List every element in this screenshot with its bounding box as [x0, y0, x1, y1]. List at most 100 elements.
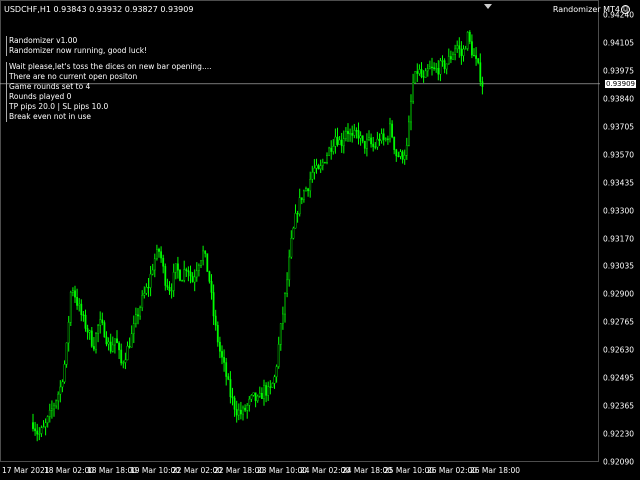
candle [303, 189, 305, 203]
candle-body [113, 338, 116, 346]
candle [189, 265, 192, 284]
candle [193, 269, 196, 292]
candle-body [359, 135, 362, 139]
candle-body [164, 266, 167, 286]
candle-body [351, 133, 354, 136]
candle [332, 139, 335, 155]
candle-body [426, 68, 429, 72]
candle [183, 260, 186, 283]
candle-body [111, 344, 114, 352]
price-label: 0.93300 [602, 206, 634, 216]
candle-body [261, 392, 263, 399]
candle-body [250, 395, 253, 400]
candle [305, 186, 307, 192]
candle-body [468, 32, 471, 42]
candle-body [397, 155, 400, 157]
candle-body [82, 314, 85, 316]
candle [51, 400, 53, 419]
candle-body [244, 407, 246, 411]
candle [391, 120, 393, 139]
time-label: 17 Mar 2021 [2, 466, 50, 475]
candle-body [197, 265, 200, 272]
candle [90, 327, 93, 348]
candle [345, 127, 347, 142]
candle [223, 349, 225, 372]
candle-body [193, 276, 196, 283]
candle-body [137, 314, 139, 317]
candle-body [153, 258, 156, 271]
candle-body [237, 409, 240, 416]
candle [95, 332, 97, 354]
candle [164, 263, 167, 291]
candle-body [90, 330, 93, 347]
candle-body [218, 341, 221, 352]
candle [326, 152, 328, 165]
candle-body [143, 293, 146, 296]
candle [67, 315, 70, 352]
candle [145, 283, 148, 296]
candle-body [84, 314, 87, 329]
price-label: 0.92230 [602, 429, 634, 439]
candle [113, 338, 116, 354]
candle-body [61, 381, 64, 388]
candle-body [53, 405, 55, 410]
candle [32, 413, 34, 432]
candle-body [145, 287, 148, 294]
candle [405, 137, 408, 160]
candle-body [97, 325, 100, 334]
candle [132, 315, 135, 344]
candle [46, 415, 49, 428]
candle [86, 324, 89, 340]
candle [378, 133, 381, 146]
candle-body [292, 227, 295, 239]
candle [210, 274, 213, 300]
candle [185, 267, 188, 277]
candle [261, 387, 263, 399]
candle-body [141, 295, 144, 308]
candle [420, 62, 423, 79]
candle [172, 263, 175, 297]
chart-shift-marker[interactable] [484, 4, 492, 9]
candle [445, 63, 448, 75]
candle-body [462, 48, 465, 56]
candle [143, 286, 146, 299]
time-label: 26 Mar 18:00 [470, 466, 521, 475]
candle-body [51, 408, 53, 411]
candle-body [44, 422, 47, 427]
candle-body [223, 357, 225, 363]
candle [307, 187, 309, 197]
candle [359, 131, 362, 146]
candle [263, 379, 265, 406]
candle [179, 268, 181, 282]
candle-body [42, 426, 45, 428]
chart-window[interactable]: USDCHF,H1 0.93843 0.93932 0.93827 0.9390… [0, 0, 640, 480]
candle [239, 401, 242, 420]
candle-body [279, 323, 282, 345]
candle [149, 265, 152, 297]
candle-body [334, 136, 337, 147]
candle-body [387, 138, 389, 140]
candle-body [458, 45, 461, 50]
candle-body [433, 67, 435, 69]
candle [273, 374, 276, 389]
candle-body [286, 279, 288, 294]
candle [298, 188, 301, 217]
candle [403, 149, 406, 165]
candle [61, 379, 64, 393]
candle-body [191, 275, 194, 283]
candle-body [88, 330, 91, 333]
candle [116, 330, 118, 344]
candle [284, 292, 286, 323]
candle-body [466, 32, 469, 49]
candle [57, 391, 60, 410]
log-line: Game rounds set to 4 [6, 82, 211, 92]
candle [221, 345, 223, 365]
bid-price-tag: 0.93909 [605, 79, 636, 88]
candle [366, 133, 368, 157]
candle-body [424, 70, 427, 78]
price-label: 0.93570 [602, 150, 634, 160]
candle-body [370, 137, 372, 145]
price-label: 0.92900 [602, 289, 634, 299]
candle-body [227, 376, 230, 380]
candle-body [347, 131, 349, 134]
